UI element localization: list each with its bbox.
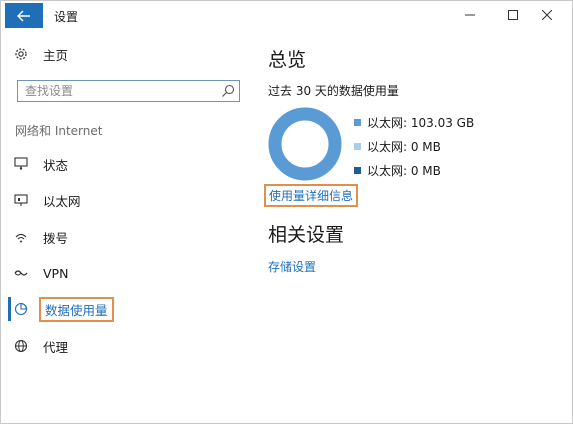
legend-label: 以太网: 103.03 GB xyxy=(367,115,475,130)
donut-slice xyxy=(268,107,342,181)
sidebar-item-dialup[interactable]: 拨号 xyxy=(7,223,247,251)
pie-chart-icon xyxy=(7,295,35,323)
gear-icon xyxy=(7,40,35,68)
usage-donut-chart xyxy=(268,107,342,181)
sidebar-item-label: 以太网 xyxy=(43,193,81,209)
close-button[interactable] xyxy=(530,2,564,28)
sidebar-item-data-usage[interactable]: 数据使用量 xyxy=(7,295,247,323)
main-content: 总览 过去 30 天的数据使用量 以太网: 103.03 GB 以太网: 0 M… xyxy=(253,31,572,423)
sidebar-item-label: 状态 xyxy=(43,157,69,173)
sidebar-item-home[interactable]: 主页 xyxy=(7,40,247,68)
storage-settings-link[interactable]: 存储设置 xyxy=(268,258,316,275)
search-box xyxy=(17,80,240,102)
status-icon xyxy=(7,150,35,178)
page-title: 总览 xyxy=(268,49,307,71)
sidebar-item-label: 代理 xyxy=(43,339,69,355)
minimize-button[interactable] xyxy=(453,2,487,28)
vpn-icon xyxy=(7,259,35,287)
related-settings-heading: 相关设置 xyxy=(268,224,345,246)
sidebar-item-proxy[interactable]: 代理 xyxy=(7,332,247,360)
minimize-icon xyxy=(465,14,475,16)
ethernet-icon xyxy=(7,186,35,214)
legend-item: 以太网: 0 MB xyxy=(354,134,474,158)
usage-period-label: 过去 30 天的数据使用量 xyxy=(268,84,399,98)
section-heading: 网络和 Internet xyxy=(15,124,103,138)
search-icon[interactable] xyxy=(221,84,235,98)
sidebar: 主页 网络和 Internet 状态 xyxy=(1,31,253,423)
legend-swatch xyxy=(354,142,361,150)
chart-legend: 以太网: 103.03 GB 以太网: 0 MB 以太网: 0 MB xyxy=(354,110,474,182)
back-button[interactable] xyxy=(5,3,43,28)
title-bar: 设置 xyxy=(1,1,572,31)
dialup-icon xyxy=(7,223,35,251)
sidebar-item-label: VPN xyxy=(43,265,69,281)
globe-icon xyxy=(7,332,35,360)
usage-details-link[interactable]: 使用量详细信息 xyxy=(264,184,359,207)
close-icon xyxy=(542,10,552,20)
legend-swatch xyxy=(354,166,361,174)
search-input[interactable] xyxy=(18,81,215,101)
sidebar-item-label: 拨号 xyxy=(43,230,69,246)
maximize-icon xyxy=(508,10,518,20)
arrow-left-icon xyxy=(17,9,30,22)
window-title: 设置 xyxy=(54,10,79,24)
sidebar-item-label: 数据使用量 xyxy=(39,296,114,322)
legend-item: 以太网: 103.03 GB xyxy=(354,110,474,134)
sidebar-item-status[interactable]: 状态 xyxy=(7,150,247,178)
sidebar-item-label: 主页 xyxy=(43,47,69,63)
maximize-button[interactable] xyxy=(496,2,530,28)
settings-window: 设置 主页 查找设置 网络和 Internet 状态 以太网 拨号 VPN 数据… xyxy=(0,0,573,424)
legend-label: 以太网: 0 MB xyxy=(367,139,441,154)
legend-swatch xyxy=(354,118,361,126)
legend-label: 以太网: 0 MB xyxy=(367,163,441,178)
sidebar-item-ethernet[interactable]: 以太网 xyxy=(7,186,247,214)
sidebar-item-vpn[interactable]: VPN xyxy=(7,259,247,287)
legend-item: 以太网: 0 MB xyxy=(354,158,474,182)
